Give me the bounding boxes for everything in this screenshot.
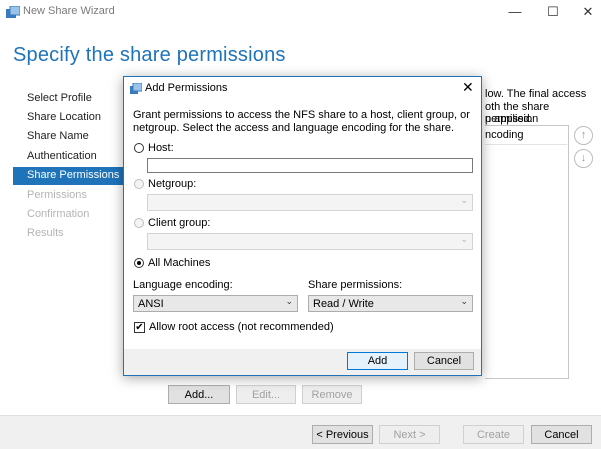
- chevron-down-icon: ⌄: [285, 296, 293, 306]
- window-titlebar: New Share Wizard — ☐ ✕: [0, 0, 601, 26]
- netgroup-dropdown[interactable]: ⌄: [147, 194, 473, 211]
- window-title: New Share Wizard: [23, 5, 115, 17]
- host-radio[interactable]: [134, 143, 144, 153]
- move-down-icon[interactable]: ↓: [574, 149, 593, 168]
- language-encoding-dropdown[interactable]: ANSI ⌄: [133, 295, 298, 312]
- permissions-list[interactable]: [485, 125, 569, 379]
- permissions-list-header: ncoding: [485, 126, 567, 145]
- host-input[interactable]: [147, 158, 473, 173]
- server-share-icon: [130, 83, 142, 94]
- language-encoding-value: ANSI: [138, 298, 164, 310]
- maximize-button[interactable]: ☐: [538, 0, 568, 24]
- remove-permission-button[interactable]: Remove: [302, 385, 362, 404]
- dialog-title: Add Permissions: [145, 82, 228, 94]
- dialog-description: Grant permissions to access the NFS shar…: [133, 109, 470, 134]
- cancel-wizard-button[interactable]: Cancel: [531, 425, 592, 444]
- language-encoding-label: Language encoding:: [133, 279, 233, 291]
- host-label: Host:: [148, 142, 174, 154]
- close-button[interactable]: ✕: [573, 0, 601, 24]
- cancel-button[interactable]: Cancel: [414, 352, 474, 370]
- page-heading: Specify the share permissions: [13, 44, 286, 66]
- allow-root-checkbox[interactable]: ✔: [134, 322, 145, 333]
- netgroup-label: Netgroup:: [148, 178, 197, 190]
- share-permissions-label: Share permissions:: [308, 279, 403, 291]
- nav-item-select-profile[interactable]: Select Profile: [27, 92, 92, 104]
- nav-item-permissions: Permissions: [27, 189, 87, 201]
- create-button[interactable]: Create: [463, 425, 524, 444]
- nav-item-results: Results: [27, 227, 64, 239]
- next-button[interactable]: Next >: [379, 425, 440, 444]
- minimize-button[interactable]: —: [500, 0, 530, 24]
- dialog-body: Grant permissions to access the NFS shar…: [124, 99, 481, 349]
- all-machines-label: All Machines: [148, 257, 211, 269]
- previous-button[interactable]: < Previous: [312, 425, 373, 444]
- description-fragment-1: low. The final access: [485, 88, 587, 100]
- nav-item-authentication[interactable]: Authentication: [27, 150, 97, 162]
- dialog-close-button[interactable]: ✕: [462, 79, 474, 96]
- share-permissions-value: Read / Write: [313, 298, 374, 310]
- allow-root-label: Allow root access (not recommended): [149, 321, 334, 333]
- add-permission-button[interactable]: Add...: [168, 385, 230, 404]
- chevron-down-icon: ⌄: [460, 234, 468, 244]
- chevron-down-icon: ⌄: [460, 296, 468, 306]
- nav-item-share-location[interactable]: Share Location: [27, 111, 101, 123]
- edit-permission-button[interactable]: Edit...: [236, 385, 296, 404]
- netgroup-radio[interactable]: [134, 179, 144, 189]
- dialog-titlebar: Add Permissions ✕: [124, 77, 481, 99]
- client-group-radio[interactable]: [134, 218, 144, 228]
- nav-item-confirmation: Confirmation: [27, 208, 90, 220]
- add-button[interactable]: Add: [347, 352, 408, 370]
- description-fragment-3: n applied.: [485, 113, 533, 125]
- add-permissions-dialog: Add Permissions ✕ Grant permissions to a…: [123, 76, 482, 376]
- share-permissions-dropdown[interactable]: Read / Write ⌄: [308, 295, 473, 312]
- all-machines-radio[interactable]: [134, 258, 144, 268]
- chevron-down-icon: ⌄: [460, 195, 468, 205]
- column-header-encoding[interactable]: ncoding: [485, 129, 524, 141]
- dialog-footer: Add Cancel: [124, 349, 481, 375]
- nav-item-share-permissions[interactable]: Share Permissions: [27, 169, 119, 181]
- move-up-icon[interactable]: ↑: [574, 126, 593, 145]
- server-share-icon: [6, 6, 20, 18]
- client-group-label: Client group:: [148, 217, 211, 229]
- nav-item-share-name[interactable]: Share Name: [27, 130, 89, 142]
- client-group-dropdown[interactable]: ⌄: [147, 233, 473, 250]
